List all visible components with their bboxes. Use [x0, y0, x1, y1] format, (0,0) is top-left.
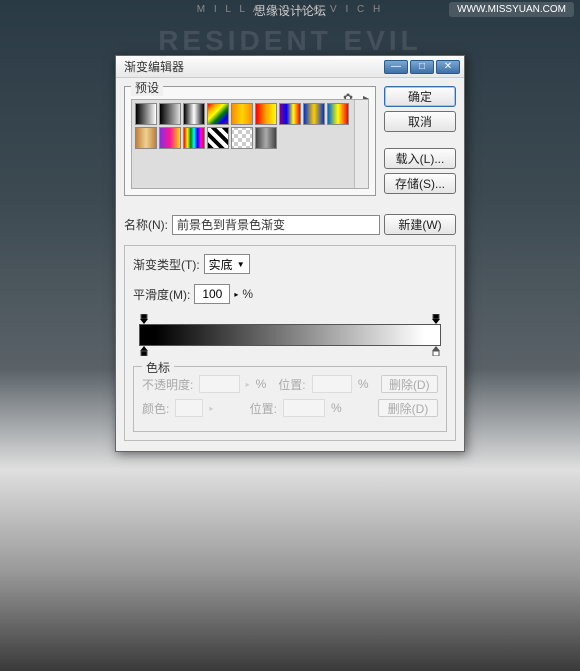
type-combo[interactable]: 实底 ▼ — [204, 254, 250, 274]
load-button[interactable]: 载入(L)... — [384, 148, 456, 169]
poster-subtitle: M I L L A J O V O V I C H — [0, 0, 580, 19]
preset-swatch[interactable] — [183, 127, 205, 149]
gradient-preview-bar[interactable] — [139, 324, 441, 346]
name-input[interactable] — [172, 215, 380, 235]
preset-swatch[interactable] — [135, 127, 157, 149]
chevron-right-icon: ▸ — [209, 404, 213, 413]
opacity-input — [199, 375, 239, 393]
delete-opacity-stop-button: 删除(D) — [381, 375, 438, 393]
gradient-type-group: 渐变类型(T): 实底 ▼ 平滑度(M): ▸ % — [124, 245, 456, 441]
preset-swatch[interactable] — [255, 127, 277, 149]
position-label: 位置: — [250, 400, 277, 417]
smooth-label: 平滑度(M): — [133, 286, 190, 303]
position-input — [283, 399, 325, 417]
chevron-down-icon[interactable]: ▸ — [234, 290, 238, 299]
preset-swatch[interactable] — [255, 103, 277, 125]
name-label: 名称(N): — [124, 216, 168, 233]
delete-color-stop-button: 删除(D) — [378, 399, 438, 417]
color-swatch — [175, 399, 203, 417]
dialog-title: 渐变编辑器 — [120, 58, 382, 75]
poster-title: RESIDENT EVIL — [0, 25, 580, 57]
position-input — [312, 375, 352, 393]
preset-swatch[interactable] — [231, 127, 253, 149]
save-button[interactable]: 存储(S)... — [384, 173, 456, 194]
preset-swatch[interactable] — [207, 103, 229, 125]
opacity-label: 不透明度: — [142, 376, 193, 393]
percent-sign: % — [331, 401, 342, 415]
preset-swatch[interactable] — [231, 103, 253, 125]
presets-group: 预设 ✿ ▸ — [124, 86, 376, 196]
color-stop[interactable] — [139, 346, 149, 356]
preset-swatch[interactable] — [279, 103, 301, 125]
percent-sign: % — [242, 287, 253, 301]
titlebar[interactable]: 渐变编辑器 — □ ✕ — [116, 56, 464, 78]
smooth-input[interactable] — [194, 284, 230, 304]
stops-label: 色标 — [142, 359, 174, 376]
position-label: 位置: — [278, 376, 305, 393]
type-label: 渐变类型(T): — [133, 256, 200, 273]
cancel-button[interactable]: 取消 — [384, 111, 456, 132]
preset-swatch[interactable] — [183, 103, 205, 125]
chevron-down-icon: ▼ — [237, 260, 245, 269]
preset-swatch[interactable] — [135, 103, 157, 125]
preset-scrollbar[interactable] — [354, 100, 368, 188]
maximize-button[interactable]: □ — [410, 60, 434, 74]
color-label: 颜色: — [142, 400, 169, 417]
preset-swatch[interactable] — [159, 103, 181, 125]
opacity-stop[interactable] — [139, 314, 149, 324]
percent-sign: % — [358, 377, 369, 391]
chevron-right-icon: ▸ — [246, 380, 250, 389]
preset-swatch[interactable] — [159, 127, 181, 149]
preset-swatch-grid — [131, 99, 369, 189]
type-value: 实底 — [209, 256, 233, 273]
presets-label: 预设 — [131, 79, 163, 96]
color-stop[interactable] — [431, 346, 441, 356]
preset-swatch[interactable] — [303, 103, 325, 125]
minimize-button[interactable]: — — [384, 60, 408, 74]
preset-swatch[interactable] — [327, 103, 349, 125]
ok-button[interactable]: 确定 — [384, 86, 456, 107]
preset-swatch[interactable] — [207, 127, 229, 149]
percent-sign: % — [256, 377, 267, 391]
gradient-editor-dialog: 渐变编辑器 — □ ✕ 预设 ✿ ▸ — [115, 55, 465, 452]
new-button[interactable]: 新建(W) — [384, 214, 456, 235]
opacity-stop[interactable] — [431, 314, 441, 324]
stops-group: 色标 不透明度: ▸ % 位置: % 删除(D) 颜色: ▸ — [133, 366, 447, 432]
close-button[interactable]: ✕ — [436, 60, 460, 74]
